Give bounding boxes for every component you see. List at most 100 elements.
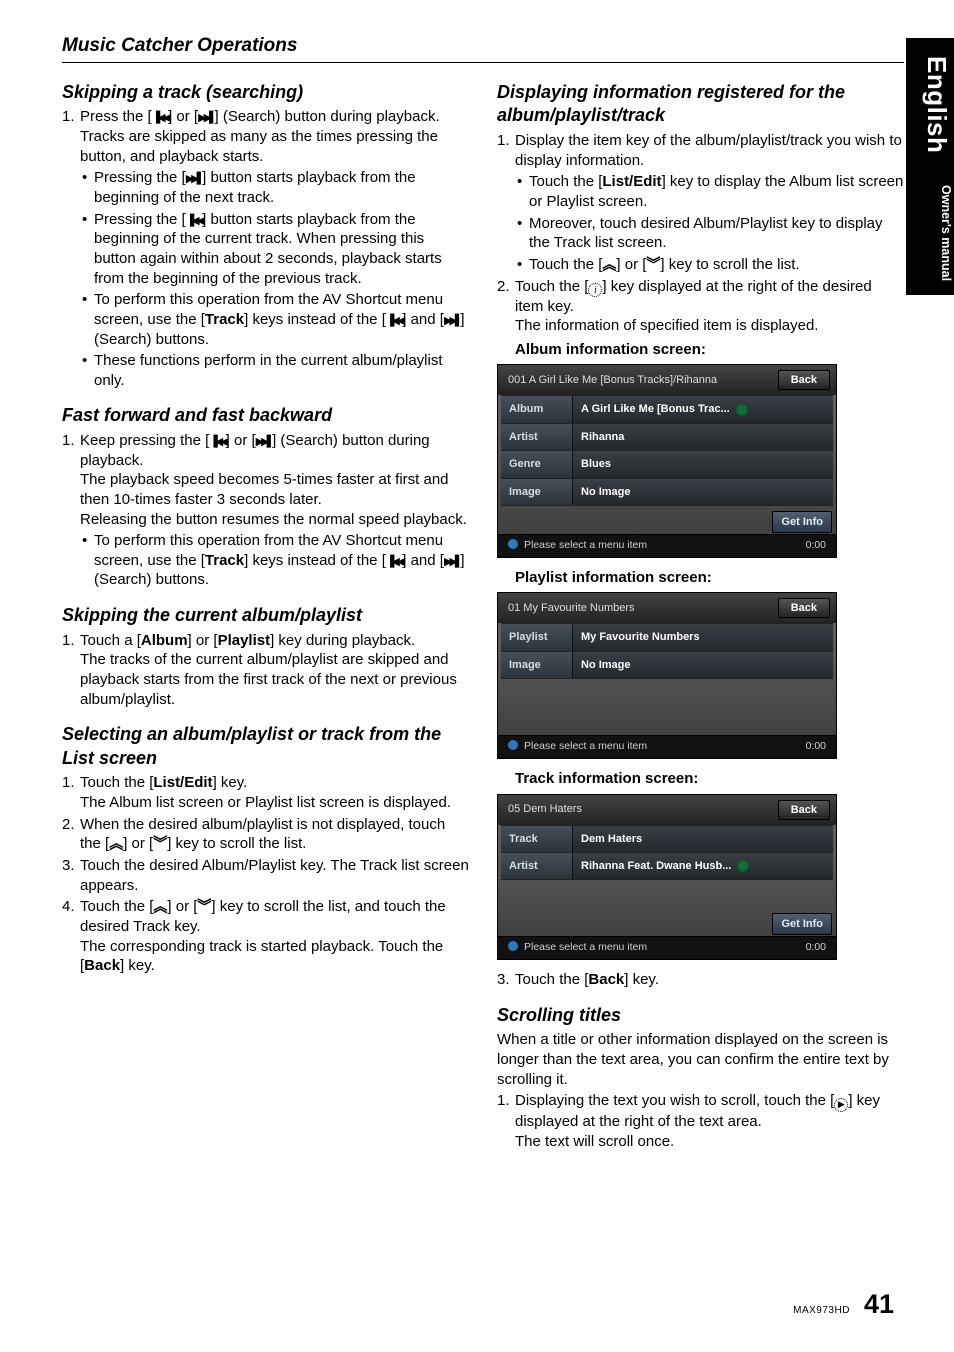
time-indicator: 0:00 bbox=[806, 539, 826, 553]
model-number: MAX973HD bbox=[793, 1304, 850, 1317]
row-label: Image bbox=[501, 479, 573, 505]
back-button[interactable]: Back bbox=[778, 598, 830, 618]
list-item: 1. Touch a [Album] or [Playlist] key dur… bbox=[62, 631, 469, 710]
table-row[interactable]: GenreBlues bbox=[501, 450, 833, 477]
row-label: Image bbox=[501, 652, 573, 678]
body-text: Touch the [] key displayed at the right … bbox=[515, 278, 872, 315]
status-dot-icon bbox=[508, 941, 518, 951]
prev-track-icon bbox=[386, 313, 402, 328]
bullet-item: To perform this operation from the AV Sh… bbox=[80, 290, 469, 349]
row-value: Dem Haters bbox=[573, 826, 833, 852]
list-item: 1. Touch the [List/Edit] key. The Album … bbox=[62, 773, 469, 812]
status-dot-icon bbox=[508, 539, 518, 549]
row-label: Album bbox=[501, 396, 573, 422]
bullet-item: Touch the [List/Edit] key to display the… bbox=[515, 172, 904, 211]
body-text: Touch the desired Album/Playlist key. Th… bbox=[80, 857, 469, 894]
scroll-text-icon bbox=[834, 1098, 848, 1112]
body-text: The tracks of the current album/playlist… bbox=[80, 650, 469, 709]
list-item: 1. Press the [] or [] (Search) button du… bbox=[62, 107, 469, 390]
table-row[interactable]: PlaylistMy Favourite Numbers bbox=[501, 623, 833, 650]
list-item: 2. Touch the [] key displayed at the rig… bbox=[497, 277, 904, 360]
table-row[interactable]: AlbumA Girl Like Me [Bonus Trac... bbox=[501, 395, 833, 422]
row-value: No Image bbox=[573, 479, 833, 505]
scroll-down-icon bbox=[153, 837, 167, 852]
heading-skipping-album: Skipping the current album/playlist bbox=[62, 604, 469, 628]
prev-track-icon bbox=[186, 213, 202, 228]
row-value: Rihanna bbox=[573, 424, 833, 450]
screen-title: 001 A Girl Like Me [Bonus Tracks]/Rihann… bbox=[508, 373, 717, 387]
screen-title: 05 Dem Haters bbox=[508, 802, 582, 816]
heading-scrolling-titles: Scrolling titles bbox=[497, 1004, 904, 1028]
body-text: Display the item key of the album/playli… bbox=[515, 132, 902, 169]
table-row[interactable]: ArtistRihanna bbox=[501, 423, 833, 450]
section-title: Music Catcher Operations bbox=[62, 35, 297, 56]
body-text: Keep pressing the [] or [] (Search) butt… bbox=[80, 432, 430, 469]
next-track-icon bbox=[198, 110, 214, 125]
track-info-label: Track information screen: bbox=[497, 769, 904, 789]
scroll-down-icon bbox=[197, 900, 211, 915]
body-text: Tracks are skipped as many as the times … bbox=[80, 127, 469, 166]
table-row[interactable]: ArtistRihanna Feat. Dwane Husb... bbox=[501, 852, 833, 880]
status-text: Please select a menu item bbox=[508, 539, 647, 553]
list-item: 3. Touch the [Back] key. bbox=[497, 970, 904, 990]
body-text: Touch the [Back] key. bbox=[515, 971, 659, 988]
step-number: 1. bbox=[497, 131, 510, 151]
body-text: Displaying the text you wish to scroll, … bbox=[515, 1092, 880, 1130]
table-row[interactable]: TrackDem Haters bbox=[501, 825, 833, 852]
back-button[interactable]: Back bbox=[778, 800, 830, 820]
step-number: 3. bbox=[62, 856, 75, 876]
page-number: 41 bbox=[864, 1287, 894, 1322]
table-row[interactable]: ImageNo Image bbox=[501, 651, 833, 679]
row-value: My Favourite Numbers bbox=[573, 624, 833, 650]
heading-displaying-info: Displaying information registered for th… bbox=[497, 81, 904, 128]
body-text: Releasing the button resumes the normal … bbox=[80, 510, 469, 530]
prev-track-icon bbox=[386, 554, 402, 569]
sidebar-language: English bbox=[906, 38, 954, 171]
info-icon bbox=[588, 283, 602, 297]
language-sidebar: English Owner's manual bbox=[906, 38, 954, 295]
row-label: Playlist bbox=[501, 624, 573, 650]
scroll-text-icon[interactable] bbox=[736, 404, 748, 416]
left-column: Skipping a track (searching) 1. Press th… bbox=[62, 81, 469, 1154]
get-info-button[interactable]: Get Info bbox=[772, 913, 832, 935]
body-text: The text will scroll once. bbox=[515, 1132, 904, 1152]
heading-selecting-from-list: Selecting an album/playlist or track fro… bbox=[62, 723, 469, 770]
step-number: 1. bbox=[62, 107, 75, 127]
album-info-screen: 001 A Girl Like Me [Bonus Tracks]/Rihann… bbox=[497, 364, 837, 557]
row-label: Genre bbox=[501, 451, 573, 477]
body-text: Touch the [List/Edit] key. bbox=[80, 774, 247, 791]
scroll-down-icon bbox=[646, 258, 660, 273]
row-value: A Girl Like Me [Bonus Trac... bbox=[573, 396, 833, 422]
back-button[interactable]: Back bbox=[778, 370, 830, 390]
prev-track-icon bbox=[152, 110, 168, 125]
step-number: 1. bbox=[62, 631, 75, 651]
list-item: 1. Displaying the text you wish to scrol… bbox=[497, 1091, 904, 1151]
list-item: 2. When the desired album/playlist is no… bbox=[62, 815, 469, 854]
heading-fast-forward: Fast forward and fast backward bbox=[62, 404, 469, 428]
next-track-icon bbox=[444, 313, 460, 328]
body-text: The information of specified item is dis… bbox=[515, 316, 904, 336]
time-indicator: 0:00 bbox=[806, 740, 826, 754]
list-item: 1. Display the item key of the album/pla… bbox=[497, 131, 904, 274]
body-text: Touch the [] or [] key to scroll the lis… bbox=[80, 898, 446, 935]
body-text: The corresponding track is started playb… bbox=[80, 937, 469, 976]
body-text: Press the [] or [] (Search) button durin… bbox=[80, 108, 440, 125]
row-value: No Image bbox=[573, 652, 833, 678]
right-column: Displaying information registered for th… bbox=[497, 81, 904, 1154]
step-number: 2. bbox=[62, 815, 75, 835]
get-info-button[interactable]: Get Info bbox=[772, 511, 832, 533]
scroll-up-icon bbox=[153, 900, 167, 915]
row-label: Artist bbox=[501, 853, 573, 879]
next-track-icon bbox=[186, 171, 202, 186]
track-info-screen: 05 Dem Haters Back TrackDem HatersArtistRi… bbox=[497, 794, 837, 961]
status-text: Please select a menu item bbox=[508, 941, 647, 955]
scroll-text-icon[interactable] bbox=[737, 860, 749, 872]
step-number: 3. bbox=[497, 970, 510, 990]
screen-title: 01 My Favourite Numbers bbox=[508, 601, 635, 615]
scroll-up-icon bbox=[602, 258, 616, 273]
table-row[interactable]: ImageNo Image bbox=[501, 478, 833, 506]
row-label: Artist bbox=[501, 424, 573, 450]
body-text: The playback speed becomes 5-times faste… bbox=[80, 470, 469, 509]
step-number: 1. bbox=[62, 431, 75, 451]
row-value: Blues bbox=[573, 451, 833, 477]
